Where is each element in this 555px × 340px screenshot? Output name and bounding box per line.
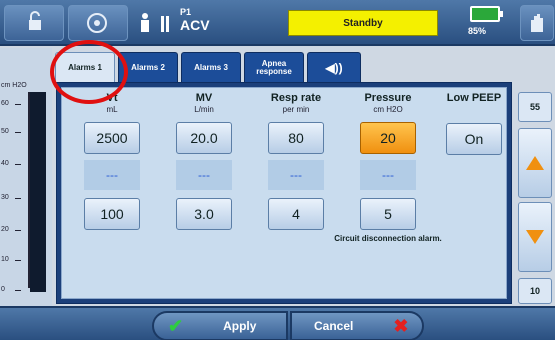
- cancel-button[interactable]: Cancel ✖: [290, 311, 424, 340]
- pressure-mid-value: ---: [360, 160, 416, 190]
- patient-icon: [134, 12, 156, 34]
- cancel-label: Cancel: [314, 319, 354, 333]
- circuit-icon: [87, 13, 107, 33]
- tick-label: 50: [1, 128, 21, 135]
- check-icon: ✔: [168, 315, 184, 336]
- gauge-unit: cm H2O: [1, 82, 27, 89]
- status-badge: Standby: [288, 10, 438, 36]
- column-resp-rate: Resp rate per min 80 --- 4: [256, 92, 336, 230]
- tick-label: 40: [1, 160, 21, 167]
- arrow-up-icon: [526, 156, 544, 170]
- hand-icon: [531, 14, 543, 32]
- increase-button[interactable]: [518, 128, 552, 198]
- column-unit: cm H2O: [373, 105, 403, 114]
- mv-high-button[interactable]: 20.0: [176, 122, 232, 154]
- lock-button[interactable]: [4, 5, 64, 41]
- low-peep-toggle[interactable]: On: [446, 123, 502, 155]
- tick-label: 20: [1, 226, 21, 233]
- tab-apnea-response[interactable]: Apnea response: [244, 52, 304, 82]
- max-value: 55: [518, 92, 552, 122]
- column-low-peep: Low PEEP On: [434, 92, 514, 155]
- min-value: 10: [518, 278, 552, 304]
- column-unit: L/min: [194, 105, 214, 114]
- circuit-button[interactable]: [68, 5, 128, 41]
- resp-rate-high-button[interactable]: 80: [268, 122, 324, 154]
- column-pressure: Pressure cm H2O 20 --- 5 Circuit disconn…: [334, 92, 442, 243]
- column-unit: [434, 105, 514, 115]
- mv-mid-value: ---: [176, 160, 232, 190]
- column-vt: Vt mL 2500 --- 100: [72, 92, 152, 230]
- column-title: Resp rate: [270, 92, 322, 104]
- close-icon: ✖: [393, 315, 409, 336]
- apply-button[interactable]: ✔ Apply: [152, 311, 288, 340]
- alarm-settings-panel: Vt mL 2500 --- 100 MV L/min 20.0 --- 3.0…: [56, 82, 512, 304]
- vt-mid-value: ---: [84, 160, 140, 190]
- lock-icon: [29, 11, 41, 30]
- battery-percent: 85%: [468, 26, 487, 36]
- tab-sound[interactable]: ◀)): [307, 52, 361, 82]
- speaker-icon: ◀)): [325, 60, 343, 75]
- vt-high-button[interactable]: 2500: [84, 122, 140, 154]
- resp-rate-low-button[interactable]: 4: [268, 198, 324, 230]
- arrow-down-icon: [526, 230, 544, 244]
- battery-icon: [470, 6, 503, 22]
- mode-preset: P1: [180, 7, 192, 17]
- resp-rate-mid-value: ---: [268, 160, 324, 190]
- column-title: Pressure: [364, 92, 412, 104]
- adjust-panel: 55 10: [516, 84, 555, 304]
- apply-label: Apply: [223, 319, 257, 333]
- top-bar: P1 ACV Standby 85%: [0, 0, 555, 46]
- vt-low-button[interactable]: 100: [84, 198, 140, 230]
- gauge-scale: [22, 92, 30, 288]
- mv-low-button[interactable]: 3.0: [176, 198, 232, 230]
- tick-label: 0: [1, 286, 21, 293]
- silence-button[interactable]: [520, 5, 554, 41]
- alarm-settings-body: Vt mL 2500 --- 100 MV L/min 20.0 --- 3.0…: [61, 87, 507, 299]
- column-unit: per min: [282, 105, 310, 114]
- tab-alarms-3[interactable]: Alarms 3: [181, 52, 241, 82]
- pressure-high-button[interactable]: 20: [360, 122, 416, 154]
- column-title: MV: [195, 92, 213, 104]
- pressure-low-button[interactable]: 5: [360, 198, 416, 230]
- adult-icon: [158, 12, 172, 34]
- tick-label: 60: [1, 100, 21, 107]
- tick-label: 10: [1, 256, 21, 263]
- column-title: Low PEEP: [446, 92, 502, 104]
- tick-label: 30: [1, 194, 21, 201]
- decrease-button[interactable]: [518, 202, 552, 272]
- ventilator-screen: { "topbar": { "mode_small": "P1", "mode"…: [0, 0, 555, 340]
- circuit-disconnection-note: Circuit disconnection alarm.: [334, 234, 442, 243]
- column-unit: mL: [106, 105, 118, 114]
- column-mv: MV L/min 20.0 --- 3.0: [164, 92, 244, 230]
- bottom-bar: ✔ Apply Cancel ✖: [0, 306, 555, 340]
- mode-label: ACV: [180, 17, 210, 33]
- annotation-circle: [50, 40, 128, 104]
- pressure-bar: [30, 92, 46, 292]
